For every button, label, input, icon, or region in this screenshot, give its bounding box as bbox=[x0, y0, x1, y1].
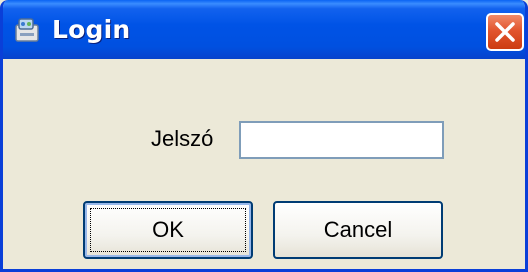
password-label: Jelszó bbox=[151, 126, 214, 151]
close-icon bbox=[495, 22, 515, 42]
window-title: Login bbox=[52, 15, 131, 44]
dialog-body: Jelszó OK Cancel bbox=[3, 59, 525, 269]
cancel-button[interactable]: Cancel bbox=[273, 201, 443, 259]
close-button[interactable] bbox=[486, 13, 524, 51]
password-field[interactable] bbox=[239, 121, 444, 159]
app-icon bbox=[15, 18, 39, 42]
login-dialog: Login Jelszó OK Cancel bbox=[0, 0, 528, 272]
title-bar[interactable]: Login bbox=[3, 0, 525, 62]
cancel-button-label: Cancel bbox=[323, 217, 393, 242]
ok-button[interactable]: OK bbox=[83, 201, 253, 259]
focus-rect bbox=[90, 208, 246, 252]
